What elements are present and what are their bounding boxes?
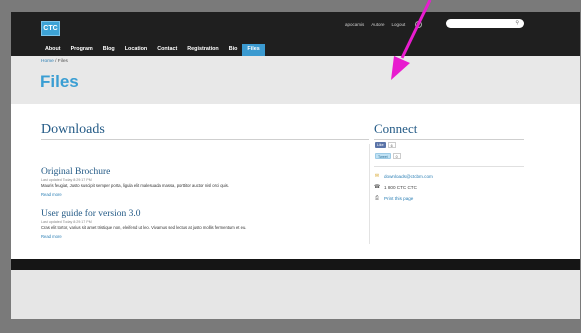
read-more-link[interactable]: Read more (41, 191, 229, 198)
nav-files[interactable]: Files (242, 44, 265, 56)
help-icon[interactable]: ? (415, 21, 423, 28)
download-item-title[interactable]: User guide for version 3.0 (41, 209, 246, 220)
download-item: User guide for version 3.0 Last updated … (41, 209, 246, 240)
download-item: Original Brochure Last updated Today 8:2… (41, 167, 229, 198)
phone-number: 1 800 CTC CTC (384, 184, 417, 190)
util-link-autore[interactable]: Autore (371, 22, 384, 27)
search-icon[interactable]: ⚲ (515, 20, 519, 27)
util-link-account[interactable]: apocamis (345, 22, 364, 27)
page-header: Home / Files Files (11, 56, 580, 104)
main-nav: About Program Blog Location Contact Regi… (40, 44, 265, 56)
read-more-link[interactable]: Read more (41, 233, 246, 240)
tweet-widget: Tweet 0 (375, 153, 401, 159)
download-item-body: Mauris feugiat, Justo suscipit semper po… (41, 183, 230, 188)
contact-phone: ☎ 1 800 CTC CTC (374, 184, 417, 190)
tweet-count: 0 (392, 153, 401, 159)
top-navigation-bar: CTC apocamis Autore Logout ? ⚲ About Pro… (11, 12, 580, 56)
main-content: Downloads Original Brochure Last updated… (11, 104, 580, 259)
contact-email: ✉ downloads@ctcbm.com (374, 173, 433, 179)
page-title: Files (40, 72, 79, 91)
nav-about[interactable]: About (40, 44, 66, 56)
connect-divider (374, 139, 524, 140)
breadcrumb-home[interactable]: Home (41, 59, 54, 64)
breadcrumb-current: Files (57, 59, 68, 64)
download-item-body: Cras elit tortor, varius sit amet tristi… (41, 225, 247, 230)
envelope-icon: ✉ (374, 173, 380, 179)
utility-nav: apocamis Autore Logout ? (345, 21, 423, 28)
nav-contact[interactable]: Contact (152, 44, 182, 56)
facebook-like-button[interactable]: Like (375, 142, 386, 148)
connect-heading: Connect (374, 121, 418, 136)
phone-icon: ☎ (374, 184, 381, 190)
footer-bar (11, 259, 580, 270)
email-link[interactable]: downloads@ctcbm.com (384, 174, 433, 179)
nav-registration[interactable]: Registration (182, 44, 223, 56)
downloads-heading: Downloads (41, 122, 105, 137)
facebook-like-widget: Like 6 (375, 142, 396, 148)
nav-blog[interactable]: Blog (98, 44, 120, 56)
downloads-divider (41, 139, 369, 140)
sidebar-divider (369, 144, 370, 244)
util-link-logout[interactable]: Logout (392, 22, 406, 27)
search-input[interactable]: ⚲ (446, 19, 524, 28)
browser-viewport: CTC apocamis Autore Logout ? ⚲ About Pro… (11, 12, 580, 319)
nav-bio[interactable]: Bio (224, 44, 243, 56)
print-page-link[interactable]: Print this page (384, 196, 413, 201)
footer (11, 270, 580, 319)
breadcrumb: Home / Files (41, 59, 68, 64)
download-item-title[interactable]: Original Brochure (41, 167, 229, 178)
nav-location[interactable]: Location (120, 44, 152, 56)
contact-print: ⎙ Print this page (374, 195, 413, 201)
connect-divider-2 (374, 166, 524, 167)
nav-program[interactable]: Program (66, 44, 98, 56)
like-count: 6 (387, 142, 396, 148)
printer-icon: ⎙ (374, 195, 379, 201)
tweet-button[interactable]: Tweet (375, 153, 391, 159)
ctc-logo[interactable]: CTC (41, 21, 60, 36)
